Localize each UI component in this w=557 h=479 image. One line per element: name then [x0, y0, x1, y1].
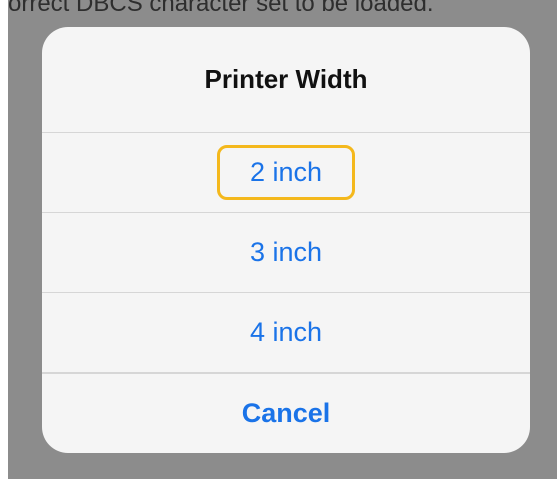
- option-2-inch[interactable]: 2 inch: [42, 133, 530, 213]
- option-2-inch-label: 2 inch: [216, 145, 356, 200]
- option-3-inch-label: 3 inch: [249, 237, 323, 267]
- action-sheet: Printer Width 2 inch 3 inch 4 inch Cance…: [42, 27, 530, 453]
- option-4-inch-label: 4 inch: [249, 317, 323, 347]
- background-text: orrect DBCS character set to be loaded.: [8, 0, 434, 17]
- sheet-title: Printer Width: [42, 27, 530, 133]
- cancel-label: Cancel: [241, 398, 331, 428]
- option-3-inch[interactable]: 3 inch: [42, 213, 530, 293]
- option-4-inch[interactable]: 4 inch: [42, 293, 530, 373]
- cancel-button[interactable]: Cancel: [42, 373, 530, 453]
